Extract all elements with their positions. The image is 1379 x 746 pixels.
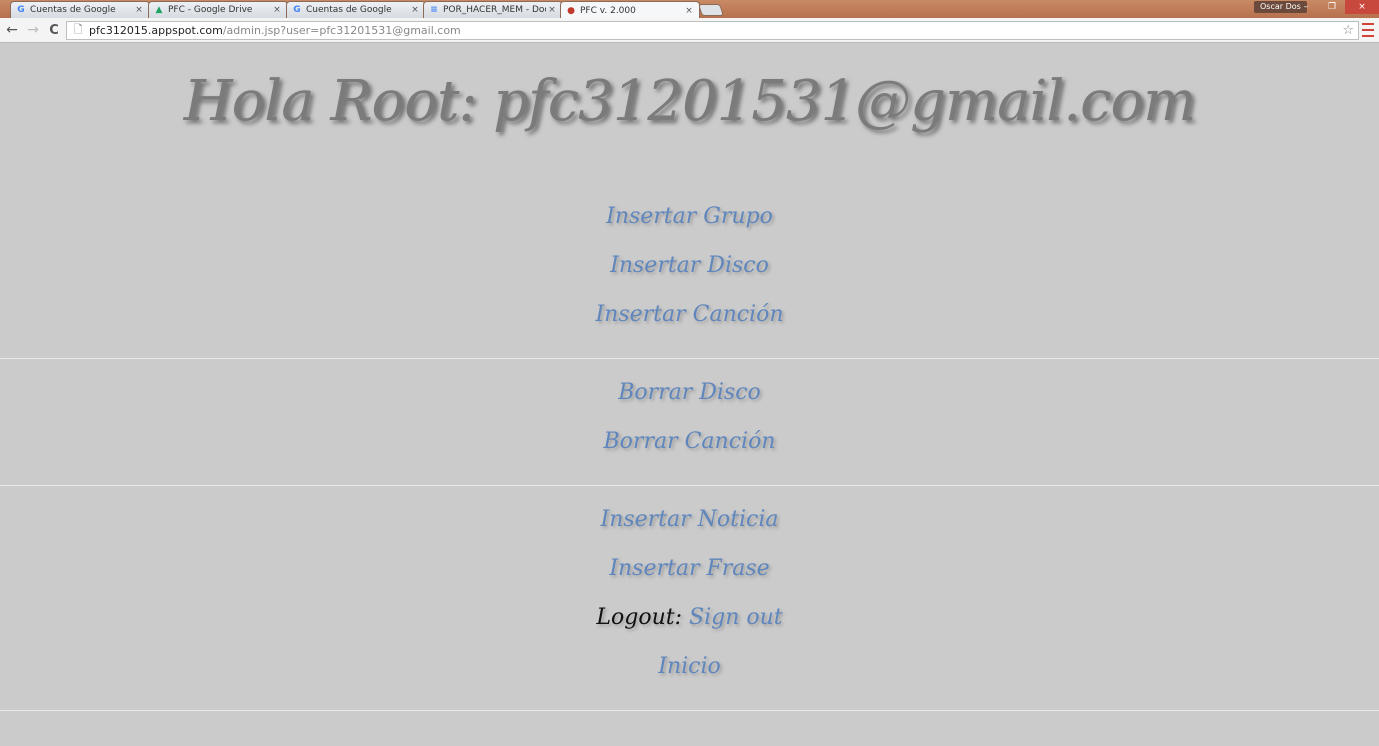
close-icon[interactable]: × — [546, 5, 558, 15]
back-arrow-icon[interactable]: ← — [3, 21, 21, 39]
insertar-disco-link[interactable]: Insertar Disco — [0, 253, 1379, 278]
window-close-icon[interactable]: × — [1345, 0, 1379, 14]
reload-icon[interactable]: C — [45, 21, 63, 39]
url-host: pfc312015.appspot.com — [89, 24, 223, 37]
insertar-frase-link[interactable]: Insertar Frase — [0, 556, 1379, 581]
browser-tab[interactable]: ▲ PFC - Google Drive × — [148, 1, 288, 18]
google-drive-icon: ▲ — [155, 5, 163, 15]
chrome-menu-icon[interactable] — [1362, 23, 1374, 37]
tab-title: POR_HACER_MEM - Docu — [443, 5, 546, 15]
page-content: Hola Root: pfc31201531@gmail.com Inserta… — [0, 43, 1379, 746]
minimize-icon[interactable]: – — [1294, 0, 1318, 14]
close-icon[interactable]: × — [683, 6, 695, 16]
browser-tab-active[interactable]: ● PFC v. 2.000 × — [560, 1, 700, 19]
page-title: Hola Root: pfc31201531@gmail.com — [183, 69, 1197, 134]
restore-icon[interactable]: ❐ — [1320, 0, 1344, 14]
section-divider — [0, 358, 1379, 359]
close-icon[interactable]: × — [271, 5, 283, 15]
insertar-cancion-link[interactable]: Insertar Canción — [0, 302, 1379, 327]
borrar-disco-link[interactable]: Borrar Disco — [0, 380, 1379, 405]
insertar-noticia-link[interactable]: Insertar Noticia — [0, 507, 1379, 532]
google-docs-icon: ≡ — [430, 5, 438, 15]
logout-row: Logout: Sign out — [0, 605, 1379, 630]
url-path: /admin.jsp?user=pfc31201531@gmail.com — [222, 24, 461, 37]
close-icon[interactable]: × — [409, 5, 421, 15]
browser-tab[interactable]: ≡ POR_HACER_MEM - Docu × — [423, 1, 563, 18]
google-g-icon: G — [17, 5, 25, 15]
tab-title: PFC v. 2.000 — [580, 5, 636, 16]
browser-toolbar: ← → C 🗋 pfc312015.appspot.com/admin.jsp?… — [0, 18, 1379, 43]
sign-out-link[interactable]: Sign out — [689, 605, 783, 630]
address-bar[interactable]: 🗋 pfc312015.appspot.com/admin.jsp?user=p… — [66, 21, 1359, 40]
section-divider — [0, 485, 1379, 486]
insertar-grupo-link[interactable]: Insertar Grupo — [0, 204, 1379, 229]
inicio-link[interactable]: Inicio — [0, 654, 1379, 679]
forward-arrow-icon[interactable]: → — [24, 21, 42, 39]
logout-label: Logout: — [596, 605, 682, 630]
browser-tabstrip: G Cuentas de Google × ▲ PFC - Google Dri… — [0, 0, 1379, 19]
section-divider — [0, 710, 1379, 711]
google-g-icon: G — [293, 5, 301, 15]
close-icon[interactable]: × — [133, 5, 145, 15]
tab-title: Cuentas de Google — [30, 5, 116, 15]
pfc-favicon-icon: ● — [567, 5, 575, 16]
new-tab-button[interactable] — [698, 4, 724, 16]
tab-title: Cuentas de Google — [306, 5, 392, 15]
browser-tab[interactable]: G Cuentas de Google × — [10, 1, 150, 18]
browser-tab[interactable]: G Cuentas de Google × — [286, 1, 426, 18]
bookmark-star-icon[interactable]: ☆ — [1342, 22, 1354, 39]
tab-title: PFC - Google Drive — [168, 5, 253, 15]
page-icon: 🗋 — [73, 23, 83, 36]
borrar-cancion-link[interactable]: Borrar Canción — [0, 429, 1379, 454]
